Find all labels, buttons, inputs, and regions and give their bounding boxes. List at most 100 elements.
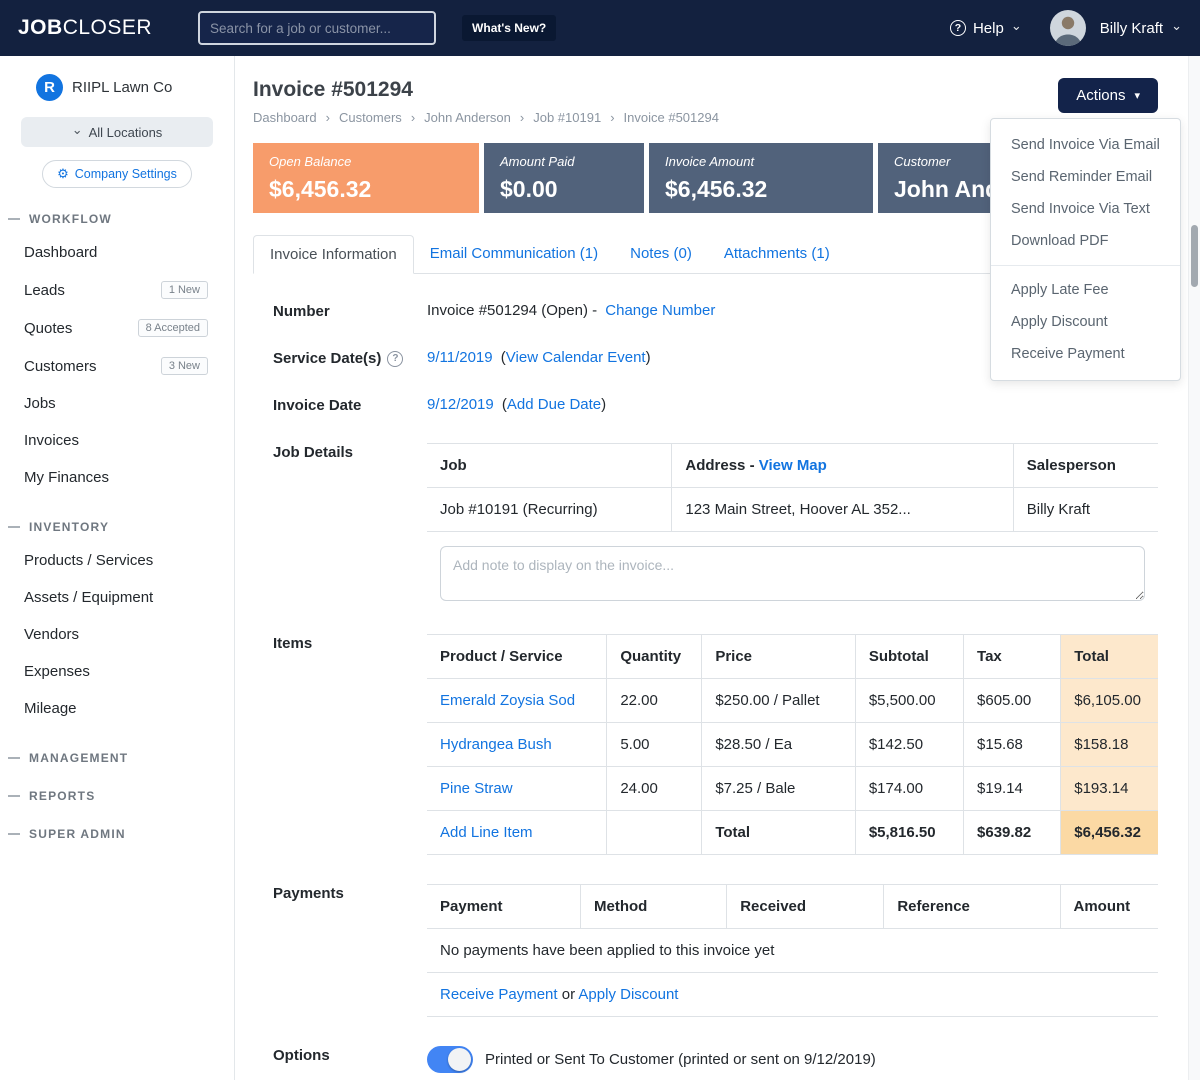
grand-total: $6,456.32: [1061, 811, 1158, 855]
item-name-link[interactable]: Pine Straw: [440, 780, 513, 797]
view-calendar-event-link[interactable]: View Calendar Event: [506, 349, 646, 366]
sidebar-item-jobs[interactable]: Jobs: [0, 385, 234, 422]
section-management[interactable]: MANAGEMENT: [0, 751, 234, 765]
sidebar-item-products-services[interactable]: Products / Services: [0, 542, 234, 579]
number-label: Number: [273, 302, 427, 320]
actions-label: Actions: [1076, 87, 1125, 104]
sidebar-item-mileage[interactable]: Mileage: [0, 690, 234, 727]
item-name-link[interactable]: Emerald Zoysia Sod: [440, 692, 575, 709]
tab-invoice-information[interactable]: Invoice Information: [253, 235, 414, 274]
address-header-text: Address -: [685, 457, 754, 474]
item-total: $6,105.00: [1061, 679, 1158, 723]
actions-dropdown-menu: Send Invoice Via Email Send Reminder Ema…: [990, 118, 1181, 381]
menu-item-receive-payment[interactable]: Receive Payment: [991, 338, 1180, 370]
payments-header-row: Payment Method Received Reference Amount: [427, 885, 1158, 929]
invoice-details: Number Invoice #501294 (Open) - Change N…: [253, 302, 1158, 1073]
sidebar-item-quotes[interactable]: Quotes 8 Accepted: [0, 309, 234, 347]
invoice-number-text: Invoice #501294 (Open) -: [427, 302, 597, 319]
logo[interactable]: JOBCLOSER: [18, 16, 152, 40]
item-subtotal: $5,500.00: [855, 679, 963, 723]
breadcrumb-separator: ›: [520, 110, 524, 125]
menu-item-send-invoice-text[interactable]: Send Invoice Via Text: [991, 193, 1180, 225]
company-header: R RIIPL Lawn Co: [0, 74, 234, 101]
stat-label: Amount Paid: [500, 154, 628, 169]
payments-row: Payments Payment Method Received Referen…: [273, 884, 1158, 1017]
user-menu[interactable]: Billy Kraft ⌄: [1100, 20, 1182, 37]
sidebar-item-invoices[interactable]: Invoices: [0, 422, 234, 459]
tab-email-communication[interactable]: Email Communication (1): [414, 235, 614, 274]
sidebar-item-label: Quotes: [24, 320, 72, 337]
add-due-date-link[interactable]: Add Due Date: [507, 396, 601, 413]
job-cell[interactable]: Job #10191 (Recurring): [427, 488, 672, 532]
item-name-link[interactable]: Hydrangea Bush: [440, 736, 552, 753]
leads-badge: 1 New: [161, 281, 208, 299]
search-input[interactable]: [198, 11, 436, 45]
breadcrumb-job[interactable]: Job #10191: [533, 110, 601, 125]
breadcrumb-customers[interactable]: Customers: [339, 110, 402, 125]
salesperson-column-header: Salesperson: [1013, 444, 1158, 488]
menu-divider: [991, 265, 1180, 266]
tab-notes[interactable]: Notes (0): [614, 235, 708, 274]
caret-down-icon: ▾: [1134, 89, 1140, 102]
gear-icon: ⚙: [57, 166, 69, 182]
tab-attachments[interactable]: Attachments (1): [708, 235, 846, 274]
stat-amount-paid: Amount Paid $0.00: [484, 143, 644, 213]
menu-item-send-reminder-email[interactable]: Send Reminder Email: [991, 161, 1180, 193]
options-label: Options: [273, 1046, 427, 1064]
company-settings-button[interactable]: ⚙ Company Settings: [42, 160, 192, 188]
total-header: Total: [1061, 635, 1158, 679]
payments-empty-row: No payments have been applied to this in…: [427, 929, 1158, 973]
options-row: Options Printed or Sent To Customer (pri…: [273, 1046, 1158, 1073]
receive-payment-link[interactable]: Receive Payment: [440, 986, 558, 1003]
price-header: Price: [702, 635, 856, 679]
tooltip-icon[interactable]: ?: [387, 351, 403, 367]
section-super-admin[interactable]: SUPER ADMIN: [0, 827, 234, 841]
sidebar-item-customers[interactable]: Customers 3 New: [0, 347, 234, 385]
sidebar-item-label: Jobs: [24, 395, 56, 412]
sidebar-item-assets-equipment[interactable]: Assets / Equipment: [0, 579, 234, 616]
whats-new-button[interactable]: What's New?: [462, 15, 556, 41]
stat-value: $6,456.32: [269, 176, 463, 203]
menu-item-apply-late-fee[interactable]: Apply Late Fee: [991, 274, 1180, 306]
sidebar-item-expenses[interactable]: Expenses: [0, 653, 234, 690]
menu-item-apply-discount[interactable]: Apply Discount: [991, 306, 1180, 338]
menu-item-send-invoice-email[interactable]: Send Invoice Via Email: [991, 129, 1180, 161]
product-service-header: Product / Service: [427, 635, 607, 679]
invoice-date-link[interactable]: 9/12/2019: [427, 396, 494, 413]
items-totals-row: Add Line Item Total $5,816.50 $639.82 $6…: [427, 811, 1158, 855]
sidebar-item-leads[interactable]: Leads 1 New: [0, 271, 234, 309]
item-tax: $15.68: [964, 723, 1061, 767]
change-number-link[interactable]: Change Number: [605, 302, 715, 319]
invoice-note-input[interactable]: [440, 546, 1145, 601]
user-name: Billy Kraft: [1100, 20, 1163, 37]
item-qty: 5.00: [607, 723, 702, 767]
all-locations-dropdown[interactable]: ⌄ All Locations: [21, 117, 213, 147]
menu-item-download-pdf[interactable]: Download PDF: [991, 225, 1180, 257]
service-date-link[interactable]: 9/11/2019: [427, 349, 493, 366]
sidebar-item-label: Customers: [24, 358, 97, 375]
page-title: Invoice #501294: [253, 78, 1158, 102]
printed-sent-toggle[interactable]: [427, 1046, 473, 1073]
scrollbar[interactable]: [1191, 225, 1198, 287]
item-subtotal: $174.00: [855, 767, 963, 811]
sidebar-item-dashboard[interactable]: Dashboard: [0, 234, 234, 271]
stat-invoice-amount: Invoice Amount $6,456.32: [649, 143, 873, 213]
item-subtotal: $142.50: [855, 723, 963, 767]
sidebar-item-label: Invoices: [24, 432, 79, 449]
avatar[interactable]: [1050, 10, 1086, 46]
sidebar-item-my-finances[interactable]: My Finances: [0, 459, 234, 496]
service-date-label: Service Date(s): [273, 350, 381, 367]
sidebar-item-label: Leads: [24, 282, 65, 299]
add-line-item-link[interactable]: Add Line Item: [440, 824, 533, 841]
totals-tax-link[interactable]: $639.82: [964, 811, 1061, 855]
breadcrumb-customer-name[interactable]: John Anderson: [424, 110, 511, 125]
breadcrumb-dashboard[interactable]: Dashboard: [253, 110, 317, 125]
apply-discount-link[interactable]: Apply Discount: [578, 986, 678, 1003]
help-menu[interactable]: ? Help ⌄: [950, 20, 1022, 37]
actions-button[interactable]: Actions ▾: [1058, 78, 1158, 113]
payments-table: Payment Method Received Reference Amount…: [427, 884, 1158, 1017]
sidebar-item-vendors[interactable]: Vendors: [0, 616, 234, 653]
view-map-link[interactable]: View Map: [759, 457, 827, 474]
section-reports[interactable]: REPORTS: [0, 789, 234, 803]
job-column-header: Job: [427, 444, 672, 488]
